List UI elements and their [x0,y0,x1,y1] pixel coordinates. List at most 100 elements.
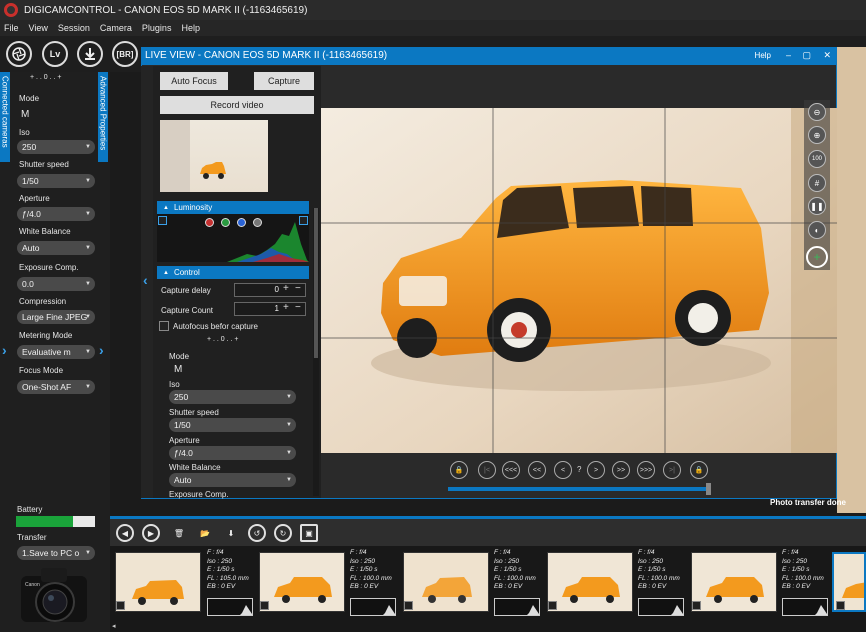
thumbnail-checkbox[interactable] [404,601,413,610]
capture-delay-plus-icon[interactable]: + [283,283,289,294]
nav-far-forward-button[interactable]: >>> [637,461,655,479]
record-video-button[interactable]: Record video [160,96,314,114]
folder-icon[interactable]: 📂 [196,524,214,542]
nav-far-back-button[interactable]: <<< [502,461,520,479]
delete-icon[interactable]: 🗑 [170,524,188,542]
luminosity-header[interactable]: ▲ Luminosity [157,201,309,214]
close-icon[interactable]: ✕ [823,50,831,61]
thumbnail-checkbox[interactable] [260,601,269,610]
luma-channel-icon[interactable] [253,218,262,227]
capture-count-minus-icon[interactable]: − [295,302,301,313]
left-properties-panel: Connected cameras Advanced Properties + … [0,72,110,632]
white-balance-select[interactable]: Auto ▼ [17,241,95,255]
aperture-icon[interactable] [6,41,32,67]
green-channel-icon[interactable] [221,218,230,227]
exposure-comp-select[interactable]: 0.0 ▼ [17,277,95,291]
image-icon[interactable]: ▣ [300,524,318,542]
control-header[interactable]: ▲ Control [157,266,309,279]
menu-session[interactable]: Session [58,23,90,33]
thumbnail-strip: F : f/4 Iso : 250 E : 1/50 s FL : 105.0 mm E… [110,546,866,632]
expand-advanced-chevron-icon[interactable]: › [99,342,104,358]
blue-channel-icon[interactable] [237,218,246,227]
hist-left-checkbox[interactable] [158,216,167,225]
thumbnail-image[interactable] [259,552,345,612]
auto-focus-button[interactable]: Auto Focus [160,72,228,90]
lv-aperture-select[interactable]: ƒ/4.0 ▼ [169,446,296,460]
nav-back-fast-button[interactable]: << [528,461,546,479]
status-text: Photo transfer done [770,498,847,507]
focus-progress-track[interactable] [448,487,710,491]
autofocus-before-checkbox[interactable] [159,321,169,331]
transfer-select[interactable]: 1.Save to PC o ▼ [17,546,95,560]
bracketing-button[interactable]: [BR] [112,41,138,67]
previous-icon[interactable]: ◀ [116,524,134,542]
zoom-out-icon[interactable]: ⊖ [808,103,826,121]
rotate-icon[interactable]: ◐ [808,221,826,239]
zoom-in-icon[interactable]: ⊕ [808,126,826,144]
menu-help[interactable]: Help [181,23,200,33]
capture-delay-minus-icon[interactable]: − [295,283,301,294]
rotate-right-icon[interactable]: ↻ [274,524,292,542]
compression-select[interactable]: Large Fine JPEG ▼ [17,310,95,324]
focus-mode-select[interactable]: One-Shot AF ▼ [17,380,95,394]
thumbnail-image[interactable] [691,552,777,612]
minimize-icon[interactable]: – [786,50,791,60]
lock-right-icon[interactable]: 🔒 [690,461,708,479]
capture-button[interactable]: Capture [254,72,314,90]
expand-left-chevron-icon[interactable]: › [2,342,7,358]
hist-right-checkbox[interactable] [299,216,308,225]
lv-aperture-label: Aperture [169,436,200,445]
nav-first-button[interactable]: |< [478,461,496,479]
next-icon[interactable]: ▶ [142,524,160,542]
collapse-chevron-icon[interactable]: ‹ [143,272,148,288]
thumbnail-image[interactable] [403,552,489,612]
scrollbar-thumb[interactable] [314,208,318,358]
scroll-left-icon[interactable]: ◂ [112,622,116,630]
controls-scrollbar[interactable] [313,208,319,496]
lv-iso-select[interactable]: 250 ▼ [169,390,296,404]
tab-advanced-properties[interactable]: Advanced Properties [98,72,108,162]
live-view-button[interactable]: Lv [42,41,68,67]
focus-target-icon[interactable]: + [806,246,828,268]
thumbnail-image[interactable] [115,552,201,612]
metering-select[interactable]: Evaluative m ▼ [17,345,95,359]
nav-question: ? [577,465,582,474]
grid-icon[interactable]: # [808,174,826,192]
lv-wb-select[interactable]: Auto ▼ [169,473,296,487]
lock-left-icon[interactable]: 🔒 [450,461,468,479]
iso-select[interactable]: 250 ▼ [17,140,95,154]
maximize-icon[interactable]: ▢ [802,50,811,61]
tab-connected-cameras[interactable]: Connected cameras [0,72,10,162]
nav-forward-button[interactable]: > [587,461,605,479]
nav-forward-fast-button[interactable]: >> [612,461,630,479]
menu-view[interactable]: View [29,23,48,33]
nav-back-button[interactable]: < [554,461,572,479]
pause-icon[interactable]: ❚❚ [808,197,826,215]
metering-label: Metering Mode [19,331,73,340]
menu-plugins[interactable]: Plugins [142,23,172,33]
thumbnail-image[interactable] [547,552,633,612]
thumbnail-checkbox[interactable] [692,601,701,610]
aperture-select[interactable]: ƒ/4.0 ▼ [17,207,95,221]
thumbnail-checkbox[interactable] [548,601,557,610]
nav-last-button[interactable]: >| [663,461,681,479]
capture-count-plus-icon[interactable]: + [283,302,289,313]
menu-camera[interactable]: Camera [100,23,132,33]
download-photo-icon[interactable]: ⬇ [222,524,240,542]
live-view-image [321,108,837,453]
thumbnail-checkbox[interactable] [836,601,845,610]
lv-shutter-select[interactable]: 1/50 ▼ [169,418,296,432]
focus-progress-handle[interactable] [706,483,711,495]
red-channel-icon[interactable] [205,218,214,227]
shutter-select[interactable]: 1/50 ▼ [17,174,95,188]
focus-mode-label: Focus Mode [19,366,64,375]
focus-progress-fill [448,487,710,491]
thumbnail-checkbox[interactable] [116,601,125,610]
capture-count-label: Capture Count [161,306,214,315]
app-logo-icon [4,3,18,17]
download-icon[interactable] [77,41,103,67]
rotate-left-icon[interactable]: ↺ [248,524,266,542]
help-link[interactable]: Help [755,51,771,60]
menu-file[interactable]: File [4,23,19,33]
zoom-100-button[interactable]: 100 [808,150,826,168]
